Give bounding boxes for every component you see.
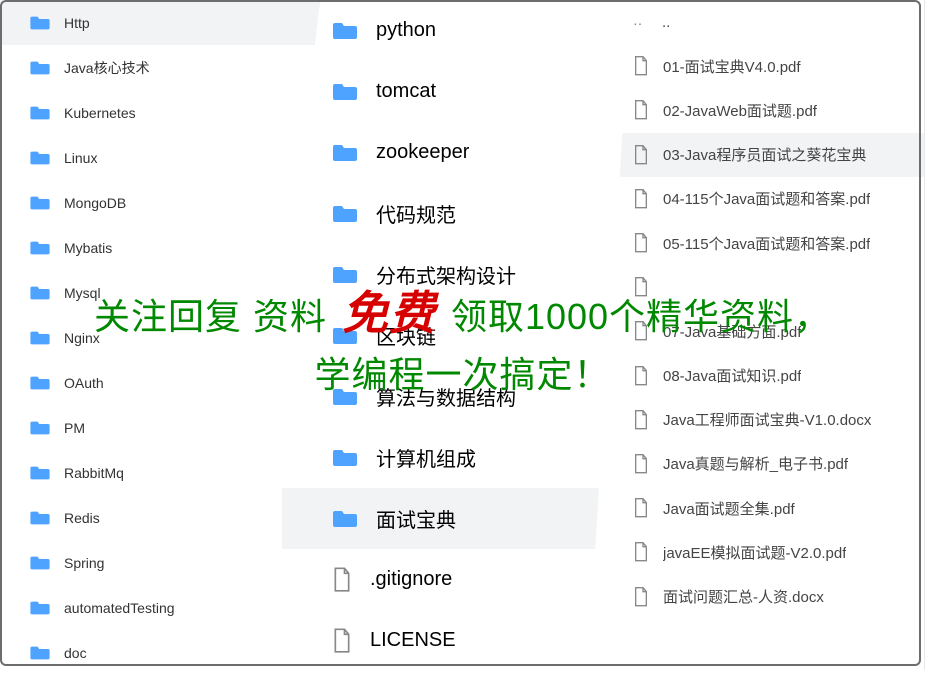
folder-row[interactable]: 计算机组成 <box>282 427 631 488</box>
file-row[interactable]: 08-Java面试知识.pdf <box>605 354 924 398</box>
item-label: Spring <box>64 555 104 571</box>
item-label: RabbitMq <box>64 465 124 481</box>
item-label: 区块链 <box>376 321 436 350</box>
folder-row[interactable]: 代码规范 <box>282 183 631 244</box>
item-label: 面试宝典 <box>376 504 456 533</box>
item-label: 算法与数据结构 <box>376 382 516 411</box>
item-label: 03-Java程序员面试之葵花宝典 <box>663 144 866 165</box>
folder-row[interactable]: PM <box>0 405 319 450</box>
item-label: zookeeper <box>376 141 469 164</box>
item-label: Kubernetes <box>64 105 136 121</box>
folder-row[interactable]: doc <box>0 630 319 675</box>
item-label: python <box>376 19 436 42</box>
item-label: 01-面试宝典V4.0.pdf <box>663 56 801 77</box>
item-label: 08-Java面试知识.pdf <box>663 365 801 386</box>
item-label: tomcat <box>376 80 436 103</box>
file-row[interactable]: 02-JavaWeb面试题.pdf <box>605 88 924 132</box>
file-row[interactable]: 04-115个Java面试题和答案.pdf <box>605 177 924 221</box>
item-label: Java核心技术 <box>64 58 150 78</box>
folder-row[interactable]: Java核心技术 <box>0 45 319 90</box>
item-label: Java工程师面试宝典-V1.0.docx <box>663 409 871 430</box>
item-label: .gitignore <box>370 568 452 591</box>
file-row[interactable]: 05-115个Java面试题和答案.pdf <box>605 221 924 265</box>
folder-list-middle: python tomcat zookeeper 代码规范分布式架构设计区块链算法与数据… <box>282 0 632 670</box>
item-label: Http <box>64 15 90 31</box>
item-label: 分布式架构设计 <box>376 260 516 289</box>
folder-row[interactable]: RabbitMq <box>0 450 319 495</box>
item-label: 02-JavaWeb面试题.pdf <box>663 100 817 121</box>
item-label: 计算机组成 <box>376 443 476 472</box>
item-label: LICENSE <box>370 629 456 652</box>
file-row[interactable]: .gitignore <box>282 549 631 610</box>
item-label: Java面试题全集.pdf <box>663 498 795 519</box>
item-label: Nginx <box>64 330 100 346</box>
file-row[interactable]: 面试问题汇总-人资.docx <box>605 574 924 618</box>
item-label: automatedTesting <box>64 600 175 616</box>
folder-row[interactable]: Kubernetes <box>0 90 319 135</box>
folder-row[interactable]: Http <box>0 0 319 45</box>
folder-row[interactable]: zookeeper <box>282 122 631 183</box>
folder-row[interactable]: Nginx <box>0 315 319 360</box>
item-label: javaEE模拟面试题-V2.0.pdf <box>663 542 846 563</box>
item-label: 面试问题汇总-人资.docx <box>663 586 824 607</box>
folder-row[interactable]: Mysql <box>0 270 319 315</box>
folder-list-left: Http Java核心技术 Kubernetes Linux MongoDB Mybati… <box>0 0 320 670</box>
file-row[interactable]: ‥.. <box>605 0 924 44</box>
folder-row[interactable]: 面试宝典 <box>282 488 631 549</box>
file-row[interactable]: Java面试题全集.pdf <box>605 486 924 530</box>
item-label: 04-115个Java面试题和答案.pdf <box>663 188 870 209</box>
folder-row[interactable]: Mybatis <box>0 225 319 270</box>
item-label: MongoDB <box>64 195 126 211</box>
item-label: 代码规范 <box>376 199 456 228</box>
folder-row[interactable]: 区块链 <box>282 305 631 366</box>
folder-row[interactable]: 算法与数据结构 <box>282 366 631 427</box>
file-row[interactable]: javaEE模拟面试题-V2.0.pdf <box>605 530 924 574</box>
item-label: Mybatis <box>64 240 112 256</box>
item-label: Java真题与解析_电子书.pdf <box>663 453 848 474</box>
file-row[interactable]: Java工程师面试宝典-V1.0.docx <box>605 398 924 442</box>
file-row[interactable]: 01-面试宝典V4.0.pdf <box>605 44 924 88</box>
folder-row[interactable]: Spring <box>0 540 319 585</box>
file-browser-panels: Http Java核心技术 Kubernetes Linux MongoDB Mybati… <box>0 0 925 670</box>
file-row[interactable]: 07-Java基础方面.pdf <box>605 309 924 353</box>
item-label: Mysql <box>64 285 101 301</box>
file-list-right: ‥.. 01-面试宝典V4.0.pdf 02-JavaWeb面试题.pdf 03-Ja… <box>605 0 925 670</box>
file-row[interactable]: 03-Java程序员面试之葵花宝典 <box>605 133 924 177</box>
folder-row[interactable]: automatedTesting <box>0 585 319 630</box>
file-row[interactable]: Java真题与解析_电子书.pdf <box>605 442 924 486</box>
folder-row[interactable]: MongoDB <box>0 180 319 225</box>
item-label: PM <box>64 420 85 436</box>
file-row[interactable]: LICENSE <box>282 610 631 671</box>
item-label: 07-Java基础方面.pdf <box>663 321 801 342</box>
folder-row[interactable]: python <box>282 0 631 61</box>
file-row[interactable] <box>605 265 924 309</box>
item-label: OAuth <box>64 375 104 391</box>
item-label: doc <box>64 645 87 661</box>
item-label: Redis <box>64 510 100 526</box>
folder-row[interactable]: tomcat <box>282 61 631 122</box>
item-label: Linux <box>64 150 97 166</box>
folder-row[interactable]: OAuth <box>0 360 319 405</box>
folder-row[interactable]: Linux <box>0 135 319 180</box>
folder-row[interactable]: 分布式架构设计 <box>282 244 631 305</box>
folder-row[interactable]: Redis <box>0 495 319 540</box>
item-label: .. <box>662 14 670 31</box>
item-label: 05-115个Java面试题和答案.pdf <box>663 233 870 254</box>
